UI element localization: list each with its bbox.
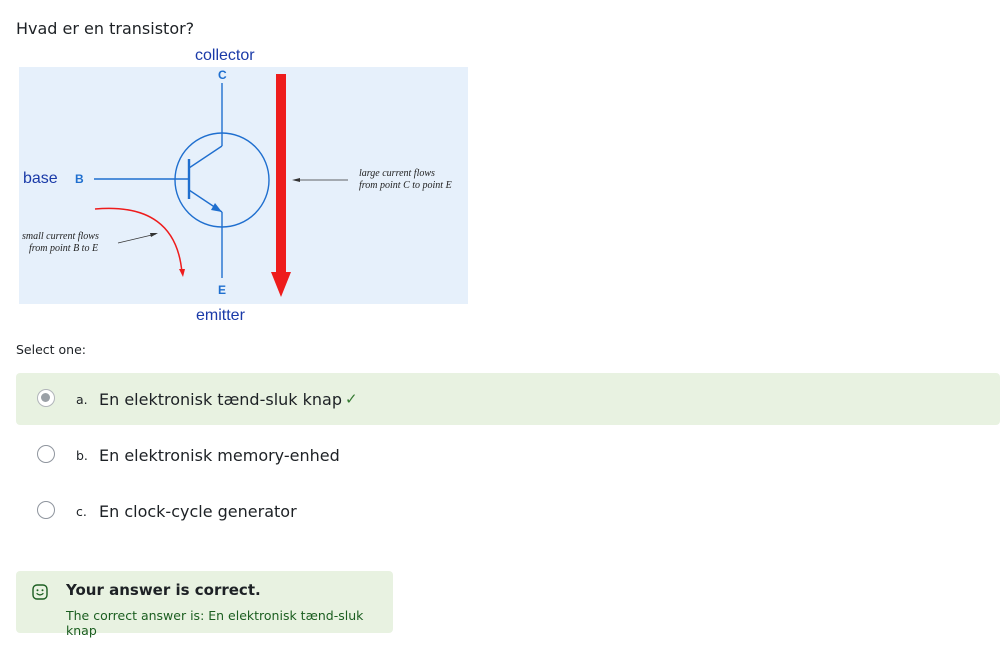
radio-button-b[interactable] [37,445,55,463]
collector-letter: C [218,68,227,82]
option-text-b: En elektronisk memory-enhed [99,445,340,465]
answer-option-b[interactable]: b. En elektronisk memory-enhed [16,429,1000,481]
option-text-a: En elektronisk tænd-sluk knap [99,389,342,409]
large-current-note-line2: from point C to point E [359,180,452,191]
correct-check-icon: ✓ [345,390,358,408]
feedback-correct-answer: The correct answer is: En elektronisk tæ… [66,608,364,638]
radio-button-a[interactable] [37,389,55,407]
option-letter-a: a. [76,391,88,407]
smile-icon [32,584,48,600]
large-current-arrow-shaft [276,74,286,274]
answer-option-c[interactable]: c. En clock-cycle generator [16,485,1000,537]
question-text: Hvad er en transistor? [16,19,195,38]
feedback-title: Your answer is correct. [66,581,261,599]
select-one-prompt: Select one: [16,342,87,357]
small-current-note-line1: small current flows [22,231,99,242]
answer-option-a[interactable]: a. En elektronisk tænd-sluk knap ✓ [16,373,1000,425]
emitter-label: emitter [196,307,246,324]
option-text-c: En clock-cycle generator [99,501,297,521]
base-letter: B [75,172,84,186]
collector-label: collector [195,47,255,64]
transistor-diagram: collector C base B E emitter large curre… [18,40,470,330]
emitter-letter: E [218,283,226,297]
option-letter-b: b. [76,447,88,463]
option-letter-c: c. [76,503,87,519]
large-current-note-line1: large current flows [359,168,435,179]
small-current-note-line2: from point B to E [29,243,98,254]
radio-button-c[interactable] [37,501,55,519]
base-label: base [23,170,58,187]
feedback-panel: Your answer is correct. The correct answ… [16,571,393,638]
